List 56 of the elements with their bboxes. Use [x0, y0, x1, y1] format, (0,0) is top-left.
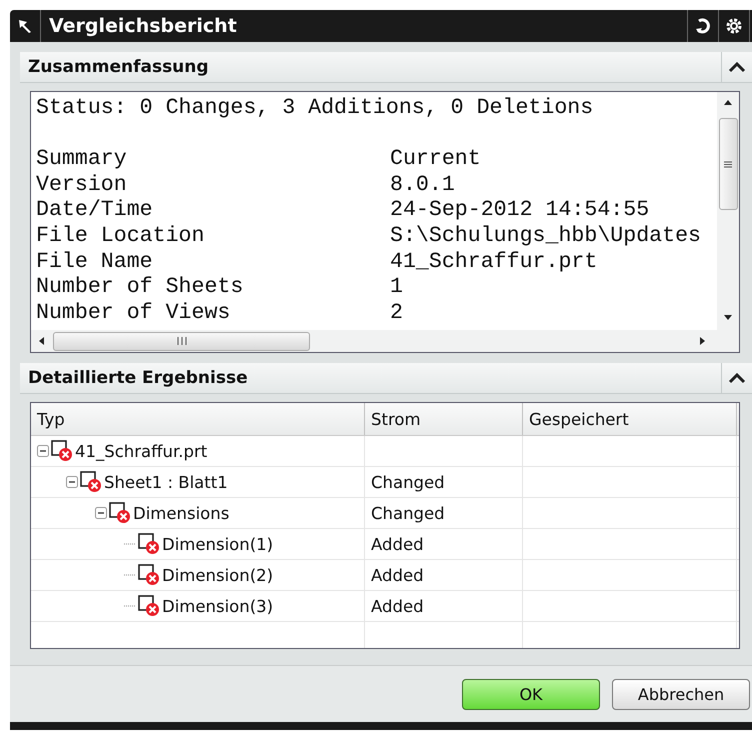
vertical-scrollbar[interactable] [717, 92, 739, 330]
summary-label: Number of Sheets [36, 275, 244, 301]
window-title: Vergleichsbericht [48, 15, 238, 37]
summary-label: Version [36, 172, 128, 198]
collapse-icon[interactable] [728, 61, 746, 73]
status-cell: Changed [371, 504, 445, 522]
summary-value: S:\Schulungs_hbb\Updates [390, 224, 702, 250]
error-node-icon [109, 502, 131, 524]
grip-icon [176, 337, 186, 345]
column-header[interactable]: Strom [365, 403, 523, 435]
status-cell: Added [371, 566, 424, 584]
section-title: Detaillierte Ergebnisse [27, 368, 249, 388]
ok-button[interactable]: OK [462, 678, 600, 710]
error-node-icon [138, 533, 160, 555]
section-title: Zusammenfassung [27, 57, 210, 77]
status-cell: Added [371, 534, 424, 554]
summary-label: File Name [36, 250, 154, 276]
scroll-down-icon[interactable] [723, 314, 733, 322]
tree-node-label[interactable]: 41_Schraffur.prt [75, 442, 208, 460]
horizontal-scrollbar[interactable] [31, 330, 739, 352]
reset-icon[interactable] [694, 17, 712, 35]
summary-label: Summary [36, 147, 128, 173]
summary-label: Number of Views [36, 300, 232, 326]
column-header[interactable]: Gespeichert [523, 403, 737, 435]
summary-value: Current [390, 147, 482, 173]
cancel-button[interactable]: Abbrechen [612, 678, 750, 710]
summary-label: File Location [36, 224, 206, 250]
error-node-icon [51, 440, 73, 462]
tree-node-label[interactable]: Dimensions [133, 504, 230, 522]
tree-node-label[interactable]: Dimension(3) [162, 596, 274, 616]
scroll-right-icon[interactable] [699, 336, 707, 346]
summary-value: 8.0.1 [390, 172, 456, 198]
column-header[interactable]: Typ [31, 403, 365, 435]
tree-node-label[interactable]: Dimension(2) [162, 566, 274, 584]
summary-value: 1 [390, 275, 404, 301]
status-cell: Changed [371, 472, 445, 492]
tree-node-label[interactable]: Dimension(1) [162, 534, 274, 554]
error-node-icon [138, 595, 160, 617]
scroll-up-icon[interactable] [723, 98, 733, 106]
tree-node-label[interactable]: Sheet1 : Blatt1 [104, 472, 228, 492]
error-node-icon [80, 471, 102, 493]
status-line: Status: 0 Changes, 3 Additions, 0 Deletions [36, 96, 594, 122]
collapse-icon[interactable] [728, 372, 746, 384]
error-node-icon [138, 564, 160, 586]
status-cell: Added [371, 596, 424, 616]
pin-icon[interactable] [17, 18, 33, 34]
scroll-left-icon[interactable] [37, 336, 45, 346]
summary-value: 2 [390, 300, 404, 326]
summary-value: 41_Schraffur.prt [390, 250, 598, 276]
settings-icon[interactable] [724, 16, 744, 36]
collapse-icon[interactable] [37, 445, 49, 457]
grip-icon [724, 160, 732, 168]
summary-value: 24-Sep-2012 14:54:55 [390, 198, 650, 224]
collapse-icon[interactable] [66, 476, 78, 488]
collapse-icon[interactable] [95, 507, 107, 519]
summary-label: Date/Time [36, 198, 154, 224]
